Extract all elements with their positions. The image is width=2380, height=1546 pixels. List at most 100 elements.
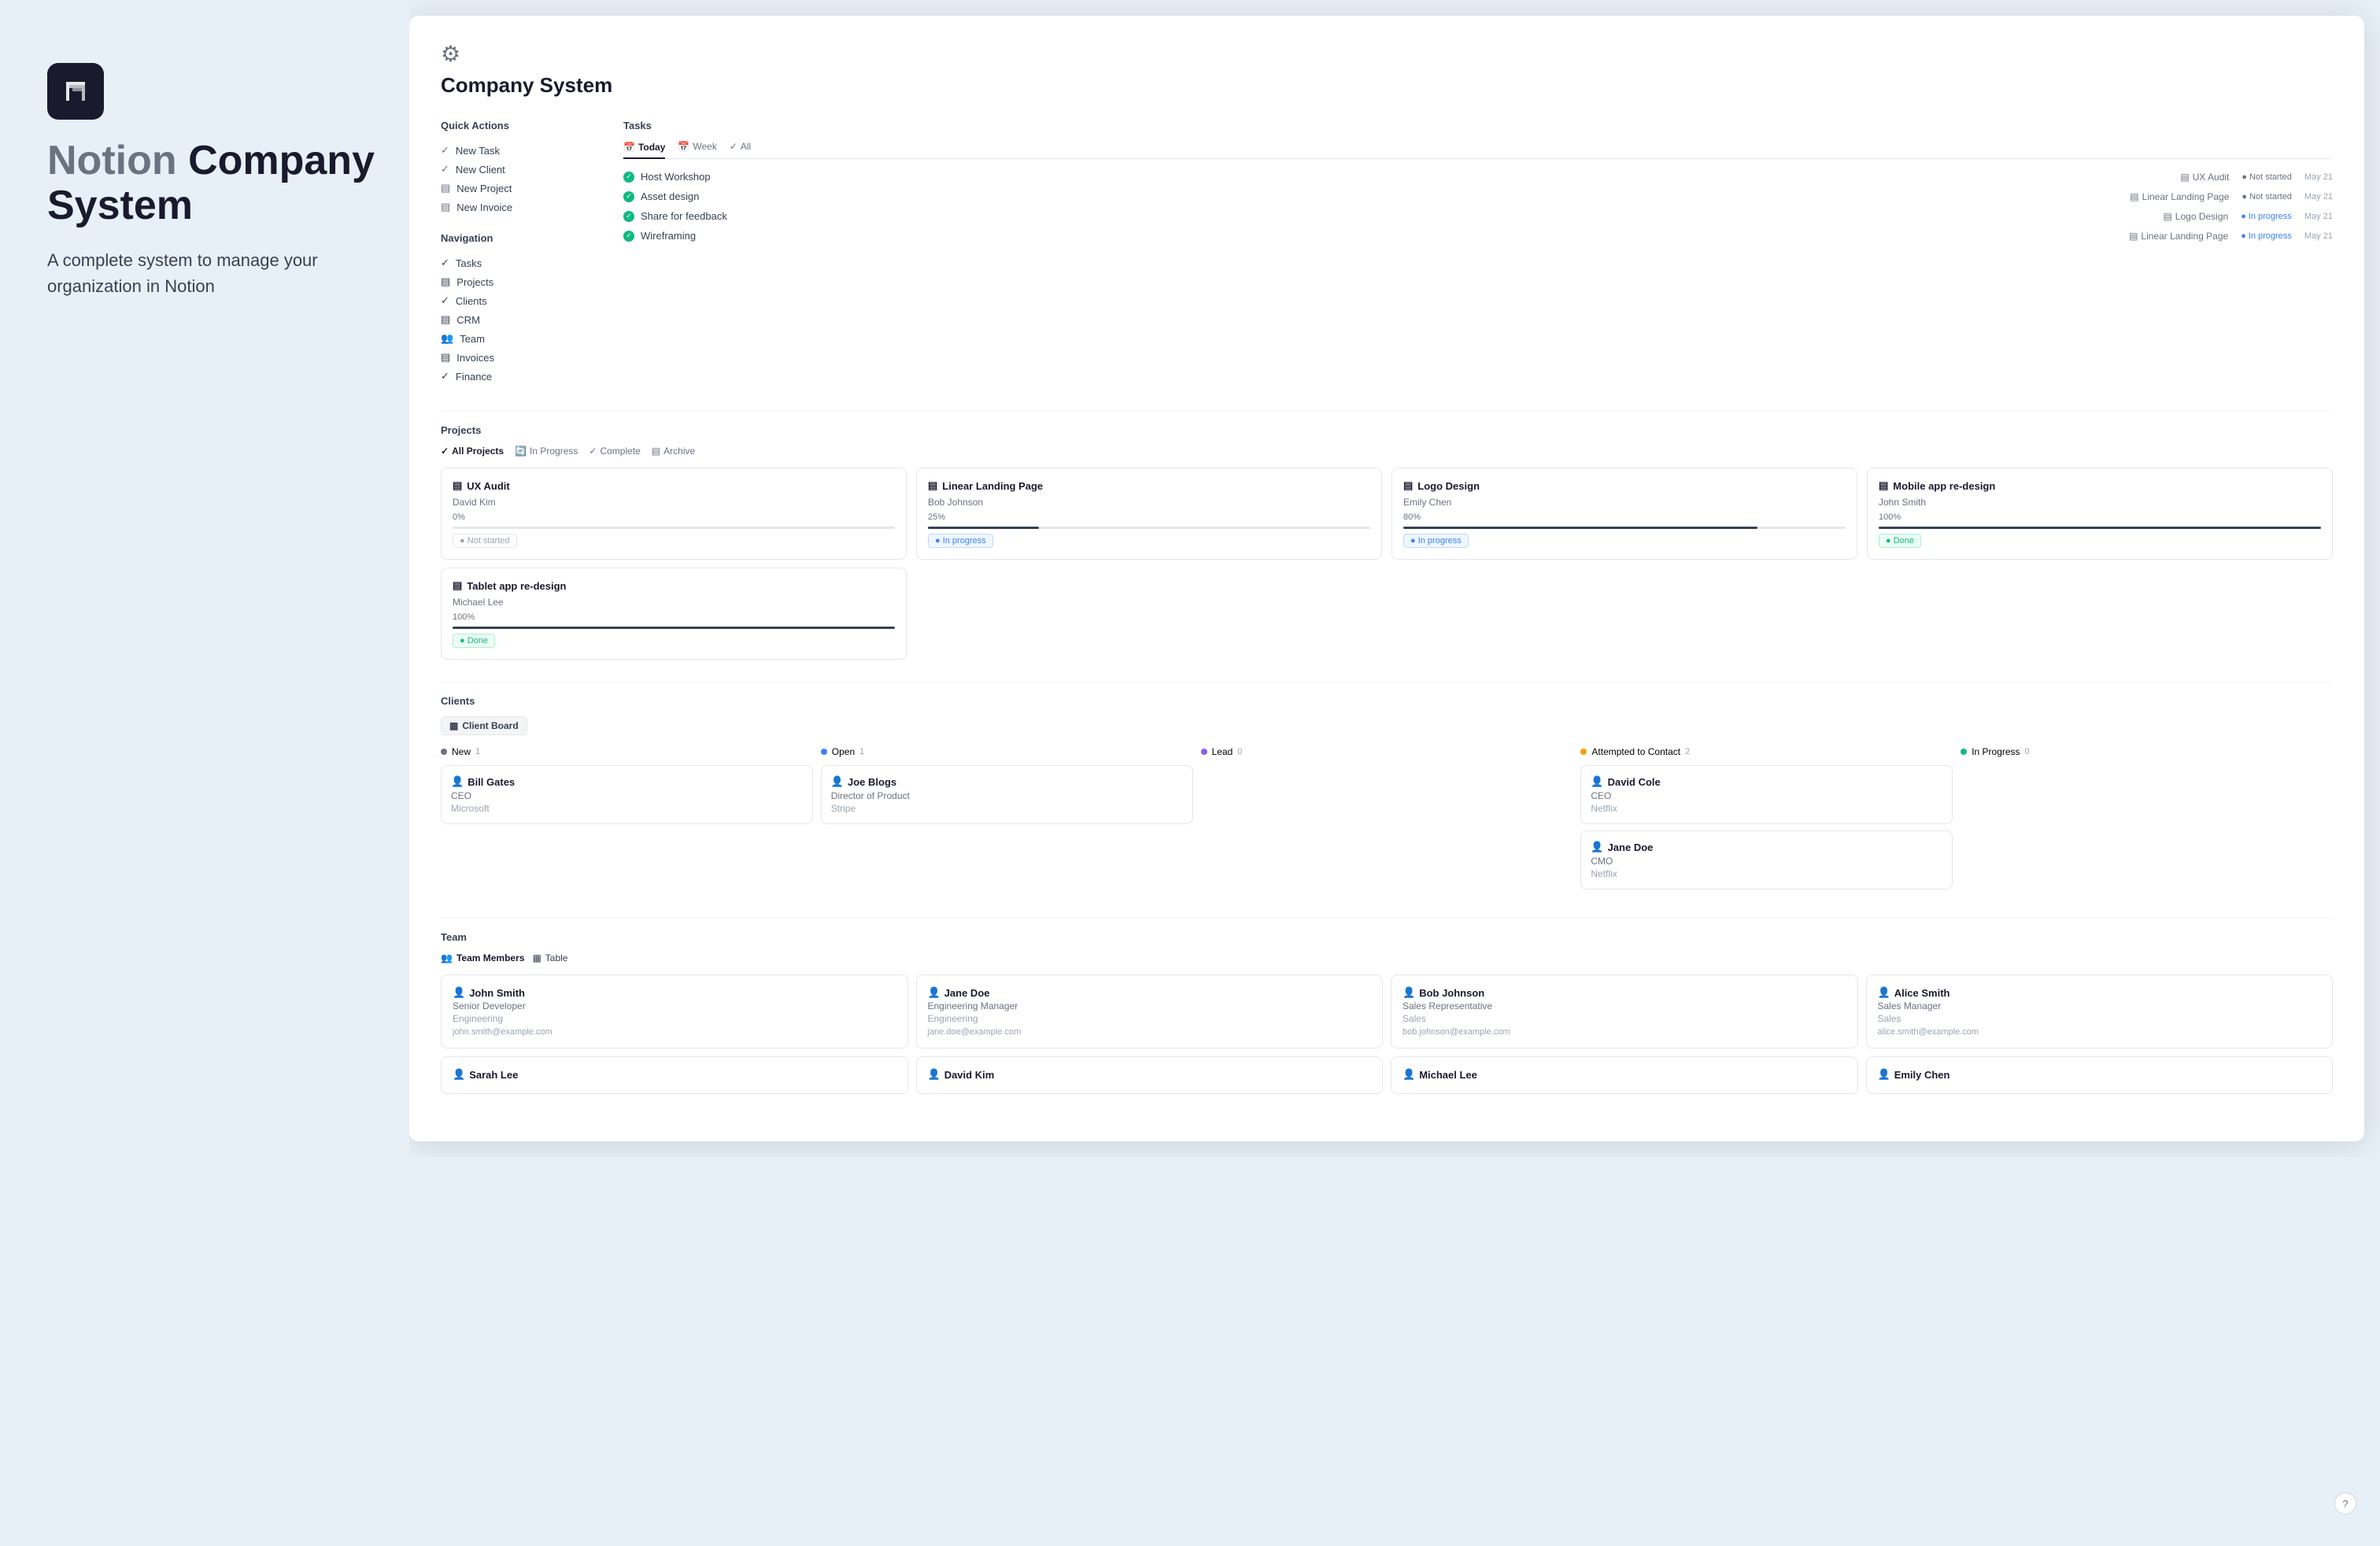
nav-projects-label: Projects <box>456 276 493 288</box>
task-check-icon: ✓ <box>623 191 634 202</box>
project-percent: 25% <box>928 512 1370 522</box>
project-owner: Bob Johnson <box>928 497 1370 508</box>
client-tab-board[interactable]: ▦ Client Board <box>441 716 527 735</box>
task-left: ✓ Wireframing <box>623 230 696 242</box>
client-role: CMO <box>1591 856 1942 867</box>
nav-crm-label: CRM <box>456 314 480 326</box>
project-progress-fill <box>453 627 895 629</box>
projects-tabs: ✓ All Projects 🔄 In Progress ✓ Complete … <box>441 446 2333 457</box>
task-row: ✓ Asset design ▤ Linear Landing Page ● N… <box>623 188 2333 205</box>
col-badge-new <box>441 749 447 755</box>
client-company: Microsoft <box>451 803 803 814</box>
task-date: May 21 <box>2304 231 2333 241</box>
task-label: Share for feedback <box>641 210 727 222</box>
col-count-open: 1 <box>859 747 864 756</box>
page-title: Company System <box>441 73 2333 98</box>
nav-clients[interactable]: ✓ Clients <box>441 291 598 310</box>
client-person-icon: 👤 <box>1591 841 1603 853</box>
client-person-icon: 👤 <box>451 775 464 788</box>
col-status-attempted: Attempted to Contact <box>1591 746 1680 757</box>
nav-crm[interactable]: ▤ CRM <box>441 310 598 329</box>
client-name: 👤 Joe Blogs <box>831 775 1183 788</box>
tab-team-members[interactable]: 👥 Team Members <box>441 952 524 963</box>
project-progress-fill <box>928 527 1039 529</box>
qa-new-client[interactable]: ✓ New Client <box>441 160 598 179</box>
tab-today[interactable]: 📅 Today <box>623 141 665 159</box>
nav-projects[interactable]: ▤ Projects <box>441 272 598 291</box>
top-two-col: Quick Actions ✓ New Task ✓ New Client ▤ <box>441 120 2333 386</box>
team-member-email: john.smith@example.com <box>453 1027 896 1037</box>
client-person-icon: 👤 <box>831 775 844 788</box>
tab-all-label: All <box>741 141 751 152</box>
projects-section: Projects ✓ All Projects 🔄 In Progress ✓ … <box>441 424 2333 660</box>
qa-new-project[interactable]: ▤ New Project <box>441 179 598 198</box>
col-status-open: Open <box>832 746 855 757</box>
client-company: Stripe <box>831 803 1183 814</box>
project-card-mobile: ▤ Mobile app re-design John Smith 100% ●… <box>1867 468 2333 560</box>
proj-tab-complete[interactable]: ✓ Complete <box>589 446 640 457</box>
task-project-icon: ▤ <box>2129 231 2138 242</box>
project-percent: 100% <box>1879 512 2321 522</box>
col-badge-inprogress <box>1961 749 1967 755</box>
project-status-badge: ● Not started <box>453 534 517 548</box>
col-badge-open <box>821 749 827 755</box>
nav-tasks-icon: ✓ <box>441 257 449 269</box>
task-status: ● In progress <box>2241 212 2292 221</box>
project-progress-bar <box>1403 527 1846 529</box>
qa-new-task[interactable]: ✓ New Task <box>441 141 598 160</box>
nav-invoices-label: Invoices <box>456 352 494 364</box>
title-notion: Notion <box>47 138 177 183</box>
task-status: ● Not started <box>2241 172 2292 182</box>
project-card-linear: ▤ Linear Landing Page Bob Johnson 25% ● … <box>916 468 1382 560</box>
team-member-role: Sales Representative <box>1402 1000 1846 1012</box>
project-status-badge: ● In progress <box>928 534 993 548</box>
task-right: ▤ Logo Design ● In progress May 21 <box>2163 211 2333 222</box>
task-check-icon: ✓ <box>623 172 634 183</box>
task-label: Asset design <box>641 190 699 202</box>
proj-tab-all[interactable]: ✓ All Projects <box>441 446 504 457</box>
task-right: ▤ Linear Landing Page ● Not started May … <box>2130 191 2333 202</box>
tab-all[interactable]: ✓ All <box>730 141 751 152</box>
nav-finance-label: Finance <box>456 371 492 383</box>
question-icon: ? <box>2342 1498 2348 1510</box>
tab-team-table[interactable]: ▦ Table <box>532 952 567 963</box>
task-project: ▤ Logo Design <box>2163 211 2228 222</box>
team-card-jane-doe: 👤 Jane Doe Engineering Manager Engineeri… <box>916 975 1384 1049</box>
task-right: ▤ UX Audit ● Not started May 21 <box>2180 172 2333 183</box>
team-member-dept: Engineering <box>453 1013 896 1024</box>
task-check-icon: ✓ <box>623 211 634 222</box>
project-owner: Michael Lee <box>453 597 895 608</box>
nav-finance[interactable]: ✓ Finance <box>441 367 598 386</box>
client-col-attempted: Attempted to Contact 2 👤 David Cole CEO … <box>1580 746 1953 896</box>
nav-team-label: Team <box>460 333 485 345</box>
proj-tab-inprogress[interactable]: 🔄 In Progress <box>515 446 578 457</box>
client-card-david-cole: 👤 David Cole CEO Netflix <box>1580 765 1953 824</box>
proj-tab-archive[interactable]: ▤ Archive <box>652 446 695 457</box>
navigation-list: ✓ Tasks ▤ Projects ✓ Clients ▤ <box>441 253 598 386</box>
team-person-icon: 👤 <box>928 986 941 999</box>
client-card-bill-gates: 👤 Bill Gates CEO Microsoft <box>441 765 813 824</box>
project-icon: ▤ <box>1879 479 1888 492</box>
task-project: ▤ Linear Landing Page <box>2129 231 2228 242</box>
task-row: ✓ Wireframing ▤ Linear Landing Page ● In… <box>623 227 2333 244</box>
task-date: May 21 <box>2304 192 2333 202</box>
task-project-icon: ▤ <box>2180 172 2189 183</box>
project-card-logo: ▤ Logo Design Emily Chen 80% ● In progre… <box>1391 468 1857 560</box>
tab-week[interactable]: 📅 Week <box>678 141 716 152</box>
projects-title: Projects <box>441 424 2333 436</box>
help-button[interactable]: ? <box>2334 1492 2356 1515</box>
nav-team[interactable]: 👥 Team <box>441 329 598 348</box>
nav-tasks-label: Tasks <box>456 257 482 269</box>
client-board-label: Client Board <box>462 720 518 731</box>
project-card-tablet: ▤ Tablet app re-design Michael Lee 100% … <box>441 568 907 660</box>
nav-invoices[interactable]: ▤ Invoices <box>441 348 598 367</box>
task-check-icon: ✓ <box>623 231 634 242</box>
nav-tasks[interactable]: ✓ Tasks <box>441 253 598 272</box>
tasks-tabs: 📅 Today 📅 Week ✓ All <box>623 141 2333 159</box>
task-project: ▤ UX Audit <box>2180 172 2229 183</box>
team-member-name: 👤 Jane Doe <box>928 986 1372 999</box>
client-name: 👤 Bill Gates <box>451 775 803 788</box>
client-col-new: New 1 👤 Bill Gates CEO Microsoft <box>441 746 813 896</box>
team-member-role: Sales Manager <box>1878 1000 2322 1012</box>
qa-new-invoice[interactable]: ▤ New Invoice <box>441 198 598 216</box>
